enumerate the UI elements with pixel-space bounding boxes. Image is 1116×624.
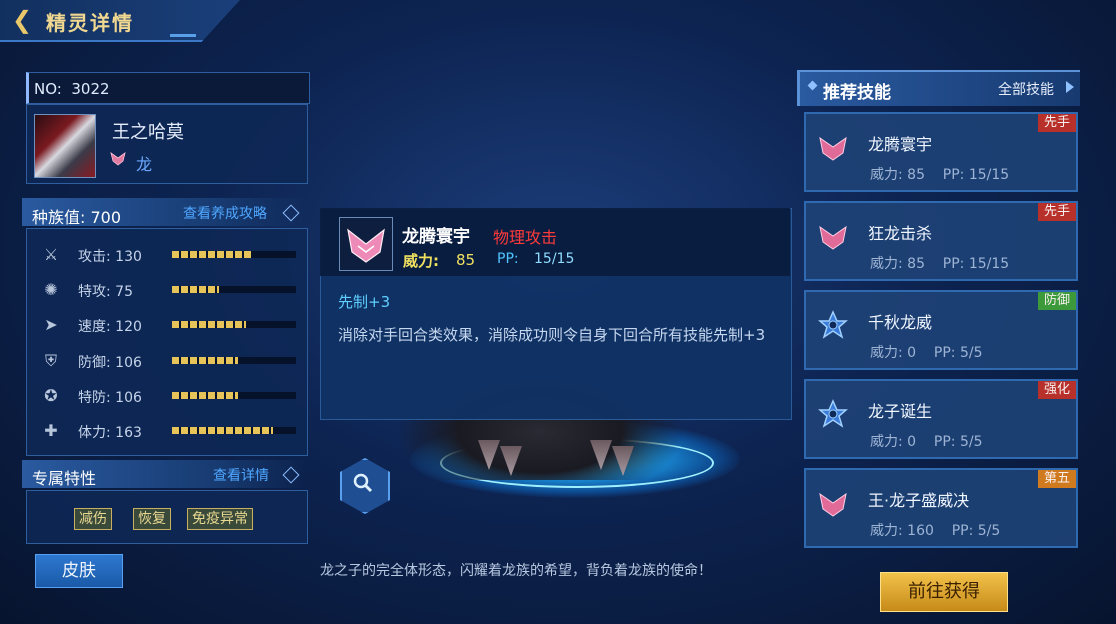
- skill-card-stats: 威力: 0 PP: 5/5: [870, 345, 983, 361]
- stat-label: 特防: 106: [78, 389, 142, 406]
- recommend-title: 推荐技能: [823, 83, 891, 103]
- skill-card-name: 千秋龙威: [868, 313, 933, 332]
- stat-label: 速度: 120: [78, 319, 142, 336]
- dragon-wing-icon: [819, 225, 847, 250]
- back-arrow-icon[interactable]: ❮: [12, 6, 32, 34]
- health-icon: ✚: [44, 421, 58, 440]
- skill-card-tag: 先手: [1037, 114, 1076, 132]
- stat-bar-fill: [172, 356, 238, 364]
- skill-card-tag: 强化: [1037, 381, 1076, 399]
- search-icon[interactable]: [352, 472, 374, 494]
- stat-bar: [172, 356, 296, 364]
- dragon-wing-icon: [819, 492, 847, 517]
- skill-card-stats: 威力: 85 PP: 15/15: [870, 167, 1010, 183]
- pet-name: 王之哈莫: [112, 122, 184, 143]
- skill-pp-label: PP:: [497, 251, 519, 267]
- special-attack-icon: ✺: [44, 280, 58, 300]
- recommended-skill-card[interactable]: 狂龙击杀威力: 85 PP: 15/15 先手: [804, 201, 1078, 281]
- skill-card-stats: 威力: 85 PP: 15/15: [870, 256, 1010, 272]
- pet-portrait: [34, 114, 96, 178]
- skill-card-tag: 第五: [1037, 470, 1076, 488]
- skill-card-tag: 先手: [1037, 203, 1076, 221]
- chevron-right-icon[interactable]: [1066, 81, 1074, 93]
- skill-description: 消除对手回合类效果，消除成功则令自身下回合所有技能先制+3: [338, 326, 766, 344]
- skill-icon-frame: [339, 217, 393, 271]
- sword-icon: ⚔: [43, 245, 59, 264]
- view-guide-link[interactable]: 查看养成攻略: [183, 203, 267, 223]
- skill-card-tag: 防御: [1037, 292, 1076, 310]
- pet-type: 龙: [136, 155, 153, 174]
- pet-number: NO: 3022: [34, 80, 110, 98]
- stat-label: 体力: 163: [78, 425, 142, 441]
- stat-label: 防御: 106: [78, 354, 142, 371]
- stat-bar: [172, 251, 296, 258]
- stat-bar: [172, 427, 296, 434]
- recommended-skill-card[interactable]: 龙子诞生威力: 0 PP: 5/5 强化: [804, 379, 1078, 459]
- stat-row: ⚔ 攻击: 130: [40, 244, 300, 268]
- speed-boot-icon: ➤: [44, 315, 58, 335]
- skill-power-value: 85: [456, 251, 476, 269]
- stat-bar: [172, 321, 296, 329]
- dragon-type-icon: [110, 152, 126, 166]
- stat-bar-fill: [172, 286, 219, 294]
- skill-power-label: 威力:: [403, 252, 439, 270]
- recommended-skill-card[interactable]: 龙腾寰宇威力: 85 PP: 15/15 先手: [804, 112, 1078, 192]
- skill-name: 龙腾寰宇: [402, 227, 470, 247]
- traits-title: 专属特性: [32, 469, 97, 488]
- skill-priority: 先制+3: [338, 293, 391, 311]
- pet-description: 龙之子的完全体形态，闪耀着龙族的希望，背负着龙族的使命！: [320, 563, 712, 579]
- skin-button[interactable]: 皮肤: [35, 554, 123, 588]
- all-skills-link[interactable]: 全部技能: [998, 79, 1054, 99]
- stat-row: ⛨ 防御: 106: [40, 350, 300, 374]
- skill-card-stats: 威力: 160 PP: 5/5: [870, 523, 1001, 539]
- view-traits-link[interactable]: 查看详情: [213, 465, 269, 485]
- skill-card-name: 王·龙子盛威决: [868, 491, 970, 510]
- stat-bar-fill: [172, 427, 273, 434]
- stat-row: ✚ 体力: 163: [40, 420, 300, 444]
- stat-bar: [172, 286, 296, 294]
- stat-bar: [172, 391, 296, 399]
- stat-bar-fill: [172, 251, 253, 258]
- dragon-wing-icon: [347, 228, 385, 263]
- stat-row: ✺ 特攻: 75: [40, 279, 300, 303]
- special-shield-icon: ✪: [44, 385, 58, 405]
- race-value: 种族值: 700: [32, 208, 122, 227]
- trait-tag-immunity: 免疫异常: [187, 508, 253, 530]
- go-obtain-button[interactable]: 前往获得: [880, 572, 1008, 612]
- stat-label: 特攻: 75: [78, 284, 133, 301]
- skill-pp-value: 15/15: [534, 251, 575, 267]
- stat-label: 攻击: 130: [78, 249, 142, 265]
- stat-row: ✪ 特防: 106: [40, 385, 300, 409]
- trait-tag-recovery: 恢复: [133, 508, 171, 530]
- stat-bar-fill: [172, 391, 238, 399]
- stat-bar-fill: [172, 321, 246, 329]
- star-emblem-icon: [818, 310, 848, 339]
- page-title: 精灵详情: [46, 11, 134, 35]
- shield-icon: ⛨: [44, 350, 57, 370]
- skill-card-name: 狂龙击杀: [868, 224, 933, 243]
- skill-card-name: 龙腾寰宇: [868, 135, 933, 154]
- skill-category: 物理攻击: [493, 228, 558, 247]
- skill-card-name: 龙子诞生: [868, 402, 933, 421]
- dragon-wing-icon: [819, 136, 847, 161]
- title-decoration: [170, 34, 196, 37]
- trait-tag-damage-reduction: 减伤: [74, 508, 112, 530]
- recommended-skill-card[interactable]: 王·龙子盛威决威力: 160 PP: 5/5 第五: [804, 468, 1078, 548]
- stat-row: ➤ 速度: 120: [40, 314, 300, 338]
- recommended-skill-card[interactable]: 千秋龙威威力: 0 PP: 5/5 防御: [804, 290, 1078, 370]
- star-emblem-icon: [818, 399, 848, 428]
- skill-card-stats: 威力: 0 PP: 5/5: [870, 434, 983, 450]
